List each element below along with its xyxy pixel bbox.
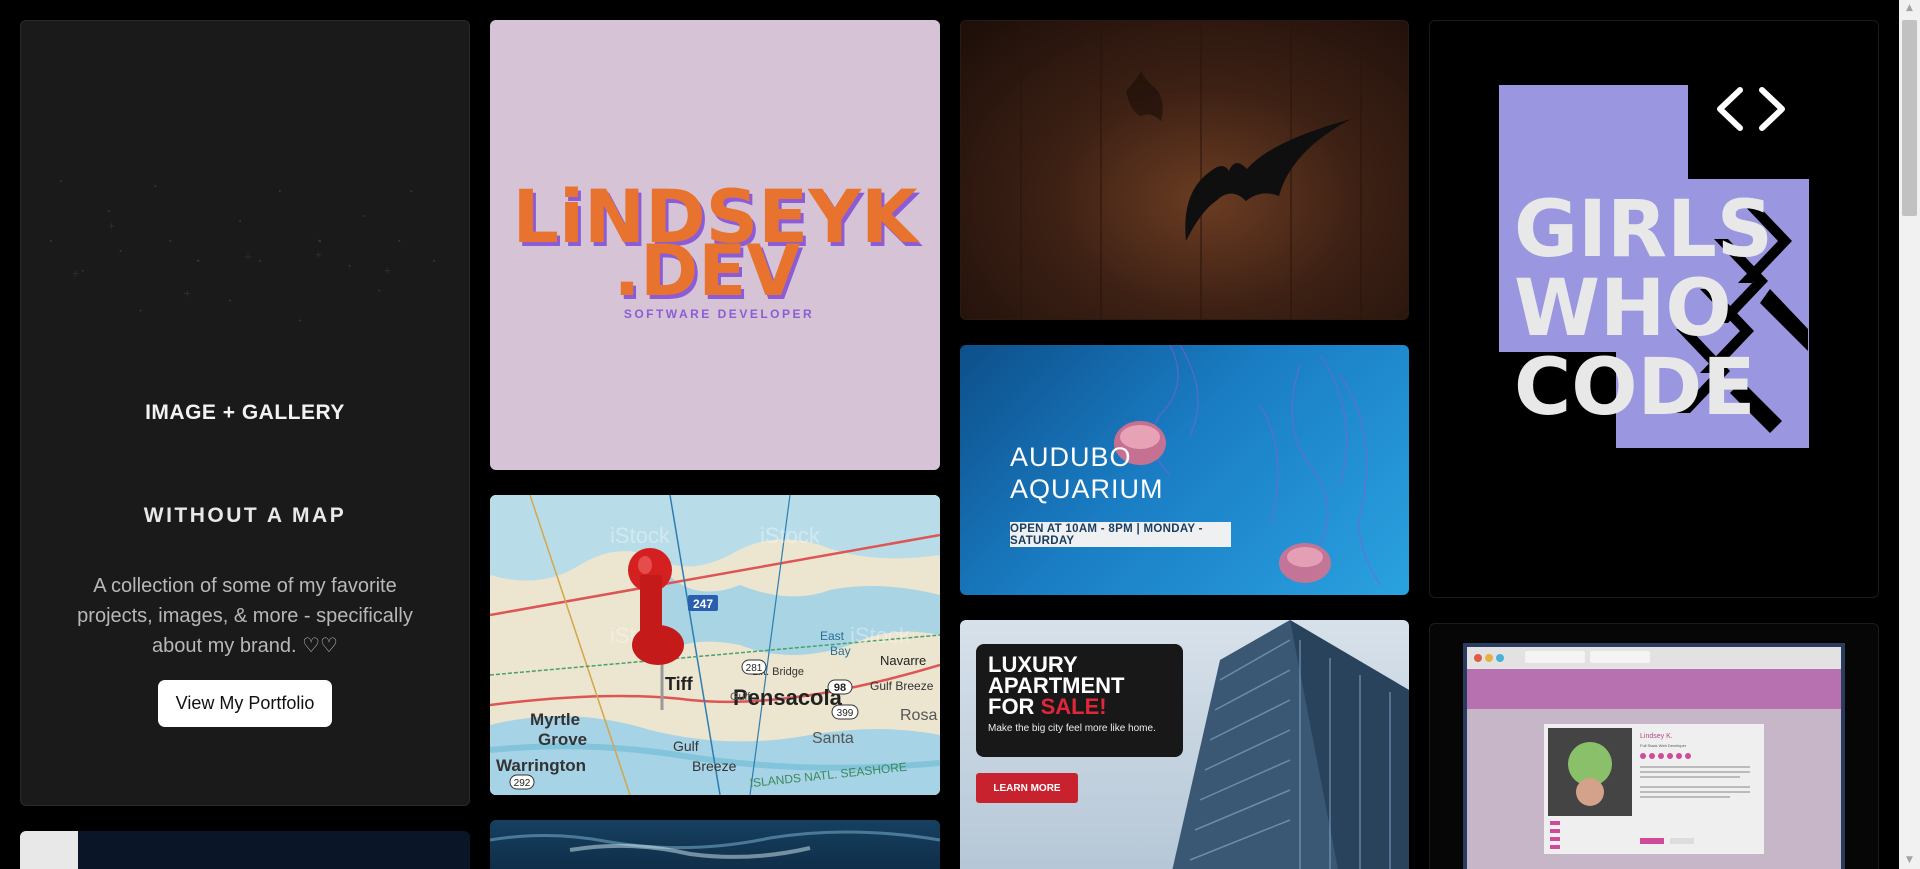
- ocean-image: [490, 830, 940, 859]
- luxury-headline-line3: FOR SALE!: [988, 694, 1171, 719]
- svg-text:iStock: iStock: [850, 623, 911, 648]
- gallery-logo: IMAGE + GALLERY: [145, 401, 345, 424]
- gallery-item-aquarium[interactable]: AUDUBO AQUARIUM OPEN AT 10AM - 8PM | MON…: [960, 345, 1409, 595]
- map-label-trent: Tiff: [665, 674, 694, 694]
- girls-who-code-logo: GIRLS WHO CODE: [1499, 85, 1809, 448]
- map-label-warrington: Warrington: [496, 756, 586, 775]
- map-label-breeze: Breeze: [692, 758, 737, 774]
- map-label-bay: Bay: [830, 644, 851, 658]
- scroll-up-icon[interactable]: ▲: [1899, 0, 1920, 17]
- luxury-subtitle: Make the big city feel more like home.: [988, 723, 1156, 734]
- vertical-scrollbar[interactable]: ▲ ▼: [1899, 0, 1920, 869]
- bat-logo-icon: [1185, 119, 1351, 241]
- gwc-line2: WHO: [1514, 264, 1732, 354]
- svg-text:281: 281: [746, 663, 763, 674]
- luxury-ad-box: LUXURY APARTMENT FOR SALE! Make the big …: [976, 644, 1183, 757]
- portfolio-screenshot-image: Lindsey K. Full Stack Web Developer: [1463, 643, 1845, 869]
- aquarium-title: AUDUBO AQUARIUM: [1010, 441, 1164, 505]
- luxury-sale-text: SALE!: [1040, 694, 1107, 719]
- gwc-line3: CODE: [1514, 343, 1756, 433]
- scrollbar-thumb[interactable]: [1902, 20, 1917, 216]
- svg-text:iStock: iStock: [610, 523, 671, 548]
- intro-card: IMAGE + GALLERY WITHOUT A MAP A collecti…: [20, 20, 470, 806]
- gallery-item-ocean[interactable]: [490, 820, 940, 869]
- map-label-santa: Santa: [812, 730, 854, 747]
- starfield-decoration: [49, 180, 436, 322]
- intro-title: WITHOUT A MAP: [143, 504, 347, 527]
- view-portfolio-button[interactable]: View My Portfolio: [158, 680, 332, 727]
- gallery-item-lindsey-logo[interactable]: LiNDSEYK LiNDSEYK .DEV .DEV SOFTWARE DEV…: [490, 20, 940, 470]
- aquarium-hours-banner: OPEN AT 10AM - 8PM | MONDAY -SATURDAY: [1010, 522, 1231, 547]
- window-close-dot: [1474, 654, 1482, 662]
- gallery-item-bat-wall[interactable]: [960, 20, 1409, 320]
- lindsey-logo-line2-front: .DEV: [614, 230, 801, 312]
- map-label-gulf-2: Gulf: [730, 691, 751, 703]
- map-label-rosa: Rosa: [900, 707, 937, 724]
- svg-text:292: 292: [514, 778, 531, 789]
- scroll-down-icon[interactable]: ▼: [1899, 852, 1920, 869]
- gallery-item-partial[interactable]: [20, 831, 470, 869]
- gwc-line1: GIRLS: [1514, 185, 1773, 275]
- svg-text:247: 247: [693, 597, 713, 611]
- map-image: Pensacola Myrtle Grove Warrington Gulf B…: [490, 495, 940, 795]
- luxury-for-text: FOR: [988, 694, 1041, 719]
- screenshot-role: Full Stack Web Developer: [1640, 743, 1687, 748]
- code-brackets-icon: [1717, 87, 1785, 131]
- map-label-east: East: [820, 629, 845, 643]
- luxury-headline: LUXURY APARTMENT FOR SALE!: [988, 652, 1171, 719]
- lindsey-subtitle: SOFTWARE DEVELOPER: [624, 307, 814, 321]
- svg-text:iStock: iStock: [760, 523, 821, 548]
- map-label-grove: Grove: [538, 730, 587, 749]
- gallery-item-girls-who-code[interactable]: GIRLS WHO CODE: [1429, 20, 1879, 598]
- lindsey-logo-image: LiNDSEYK LiNDSEYK .DEV .DEV SOFTWARE DEV…: [512, 175, 923, 321]
- window-min-dot: [1485, 654, 1493, 662]
- learn-more-button[interactable]: LEARN MORE: [976, 773, 1078, 803]
- aquarium-title-line2: AQUARIUM: [1010, 474, 1164, 504]
- luxury-headline-line1: LUXURY: [988, 652, 1078, 677]
- map-label-gulf-breeze: Gulf Breeze: [870, 679, 934, 693]
- luxury-headline-line2: APARTMENT: [988, 673, 1125, 698]
- intro-description: A collection of some of my favorite proj…: [77, 575, 413, 657]
- aquarium-title-line1: AUDUBO: [1010, 442, 1132, 472]
- screenshot-name: Lindsey K.: [1640, 733, 1673, 740]
- map-label-navarre: Navarre: [880, 653, 926, 668]
- window-max-dot: [1496, 654, 1504, 662]
- gallery-item-portfolio-screenshot[interactable]: Lindsey K. Full Stack Web Developer: [1429, 623, 1879, 869]
- bat-image: [1020, 21, 1362, 319]
- bat-shadow: [1126, 71, 1163, 121]
- map-label-myrtle: Myrtle: [530, 710, 580, 729]
- partial-item-sidebar: [20, 831, 78, 869]
- map-label-gulf: Gulf: [673, 738, 699, 754]
- svg-text:399: 399: [837, 708, 854, 719]
- gallery-item-luxury-apartment[interactable]: LUXURY APARTMENT FOR SALE! Make the big …: [960, 620, 1409, 869]
- svg-text:98: 98: [834, 682, 846, 694]
- gallery-item-map[interactable]: Pensacola Myrtle Grove Warrington Gulf B…: [490, 495, 940, 795]
